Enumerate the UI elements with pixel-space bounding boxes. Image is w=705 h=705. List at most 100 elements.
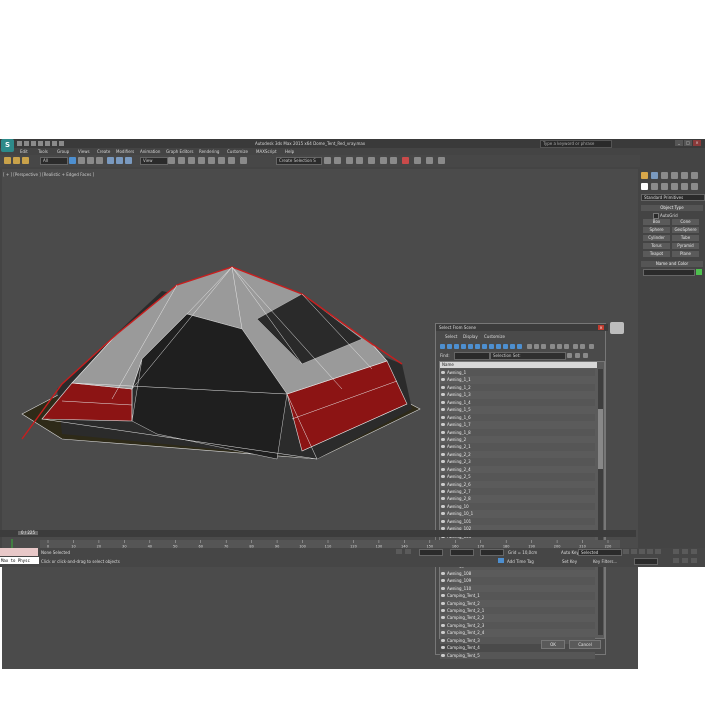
cancel-button[interactable]: Cancel — [569, 640, 601, 649]
project-folder-icon[interactable] — [52, 141, 57, 146]
scene-explorer-icon[interactable] — [346, 157, 353, 164]
maximize-button[interactable]: □ — [684, 140, 692, 146]
move-icon[interactable] — [107, 157, 114, 164]
unlink-icon[interactable] — [13, 157, 20, 164]
list-item[interactable]: Awning_1_2 — [440, 383, 595, 392]
bind-space-warp-icon[interactable] — [22, 157, 29, 164]
select-object-icon[interactable] — [69, 157, 76, 164]
list-item[interactable]: Awning_1_7 — [440, 421, 595, 428]
minimize-button[interactable]: _ — [675, 140, 683, 146]
menu-modifiers[interactable]: Modifiers — [116, 149, 134, 154]
cameras-icon[interactable] — [671, 183, 678, 190]
spinner-snap-icon[interactable] — [228, 157, 235, 164]
mirror-icon[interactable] — [324, 157, 331, 164]
go-to-start-icon[interactable] — [623, 549, 629, 554]
dialog-menu-customize[interactable]: Customize — [484, 334, 505, 339]
list-item[interactable]: Awning_1_3 — [440, 391, 595, 398]
app-logo-icon[interactable]: S — [1, 139, 14, 152]
find-case-sensitive-icon[interactable] — [589, 344, 594, 349]
schematic-view-icon[interactable] — [390, 157, 397, 164]
shapes-icon[interactable] — [651, 183, 658, 190]
display-xrefs-icon[interactable] — [489, 344, 494, 349]
angle-snap-icon[interactable] — [208, 157, 215, 164]
display-containers-icon[interactable] — [503, 344, 508, 349]
redo-icon[interactable] — [45, 141, 50, 146]
display-geometry-icon[interactable] — [440, 344, 445, 349]
teapot-button[interactable]: Teapot — [643, 251, 670, 257]
ok-button[interactable]: OK — [541, 640, 565, 649]
render-setup-icon[interactable] — [414, 157, 421, 164]
list-item[interactable]: Camping_Tent_5 — [440, 651, 595, 660]
list-item[interactable]: Awning_2_5 — [440, 473, 595, 481]
selection-set-dropdown[interactable]: Selection Set: — [490, 352, 566, 360]
select-manipulate-icon[interactable] — [178, 157, 185, 164]
select-all-icon[interactable] — [550, 344, 555, 349]
link-icon[interactable] — [4, 157, 11, 164]
list-item[interactable]: Awning_1_8 — [440, 428, 595, 436]
list-item[interactable]: Awning_1_5 — [440, 406, 595, 413]
material-editor-icon[interactable] — [402, 157, 409, 164]
utilities-tab-icon[interactable] — [691, 172, 698, 179]
list-item[interactable]: Awning_1_4 — [440, 398, 595, 407]
hierarchy-tab-icon[interactable] — [661, 172, 668, 179]
list-item[interactable]: Awning_101 — [440, 517, 595, 526]
set-key-button[interactable]: Set Key — [562, 559, 577, 564]
torus-button[interactable]: Torus — [643, 243, 670, 249]
save-file-icon[interactable] — [31, 141, 36, 146]
menu-create[interactable]: Create — [97, 149, 110, 154]
key-filters-button[interactable]: Key Filters... — [593, 559, 617, 564]
track-bar[interactable]: 0 10 20 30 40 50 60 70 80 90 100 110 120 130 140 150 160… — [40, 540, 620, 549]
list-item[interactable]: Awning_2_7 — [440, 488, 595, 496]
dialog-close-button[interactable]: × — [598, 325, 604, 330]
menu-maxscript[interactable]: MAXScript — [256, 149, 277, 154]
select-by-name-icon[interactable] — [78, 157, 85, 164]
display-groups-icon[interactable] — [482, 344, 487, 349]
menu-customize[interactable]: Customize — [227, 149, 248, 154]
add-time-tag-icon[interactable] — [498, 558, 504, 563]
display-hidden-icon[interactable] — [517, 344, 522, 349]
viewport-label[interactable]: [ + ] [Perspective ] [Realistic + Edged … — [3, 172, 94, 177]
pyramid-button[interactable]: Pyramid — [672, 243, 699, 249]
geometry-icon[interactable] — [641, 183, 648, 190]
orbit-icon[interactable] — [691, 558, 697, 563]
percent-snap-icon[interactable] — [218, 157, 225, 164]
rectangular-selection-icon[interactable] — [87, 157, 94, 164]
selection-filter-dropdown[interactable]: All — [40, 157, 68, 165]
absolute-mode-icon[interactable] — [405, 549, 411, 554]
display-lights-icon[interactable] — [454, 344, 459, 349]
auto-key-button[interactable]: Auto Key — [561, 550, 579, 555]
display-tab-icon[interactable] — [681, 172, 688, 179]
display-helpers-icon[interactable] — [468, 344, 473, 349]
new-file-icon[interactable] — [17, 141, 22, 146]
display-bones-icon[interactable] — [496, 344, 501, 349]
list-item[interactable]: Awning_2_6 — [440, 481, 595, 488]
selection-set-filter-icon[interactable] — [583, 353, 588, 358]
display-all-icon[interactable] — [527, 344, 532, 349]
select-none-icon[interactable] — [557, 344, 562, 349]
list-item[interactable]: Awning_1_1 — [440, 376, 595, 383]
list-item[interactable]: Awning_2_4 — [440, 466, 595, 473]
lights-icon[interactable] — [661, 183, 668, 190]
invert-display-icon[interactable] — [541, 344, 546, 349]
x-coordinate-field[interactable] — [419, 549, 443, 556]
add-time-tag-label[interactable]: Add Time Tag — [507, 559, 534, 564]
rendered-frame-window-icon[interactable] — [426, 157, 433, 164]
display-space-warps-icon[interactable] — [475, 344, 480, 349]
key-mode-dropdown[interactable]: Selected — [578, 549, 622, 556]
plane-button[interactable]: Plane — [672, 251, 699, 257]
object-category-dropdown[interactable]: Standard Primitives — [641, 194, 705, 201]
zoom-icon[interactable] — [673, 549, 679, 554]
viewcube-icon[interactable] — [610, 322, 624, 334]
scene-object-list[interactable]: Name Awning_1 Awning_1_1 Awning_1_2 Awning_… — [439, 361, 605, 660]
lock-selection-icon[interactable] — [396, 549, 402, 554]
y-coordinate-field[interactable] — [450, 549, 474, 556]
zoom-extents-icon[interactable] — [691, 549, 697, 554]
edit-named-selection-icon[interactable] — [240, 157, 247, 164]
helpers-icon[interactable] — [681, 183, 688, 190]
layer-explorer-icon[interactable] — [356, 157, 363, 164]
list-item[interactable]: Camping_Tent_2_2 — [440, 614, 595, 621]
sphere-button[interactable]: Sphere — [643, 227, 670, 233]
z-coordinate-field[interactable] — [480, 549, 504, 556]
list-item[interactable]: Awning_108 — [440, 570, 595, 577]
list-item[interactable]: Awning_2_3 — [440, 458, 595, 466]
